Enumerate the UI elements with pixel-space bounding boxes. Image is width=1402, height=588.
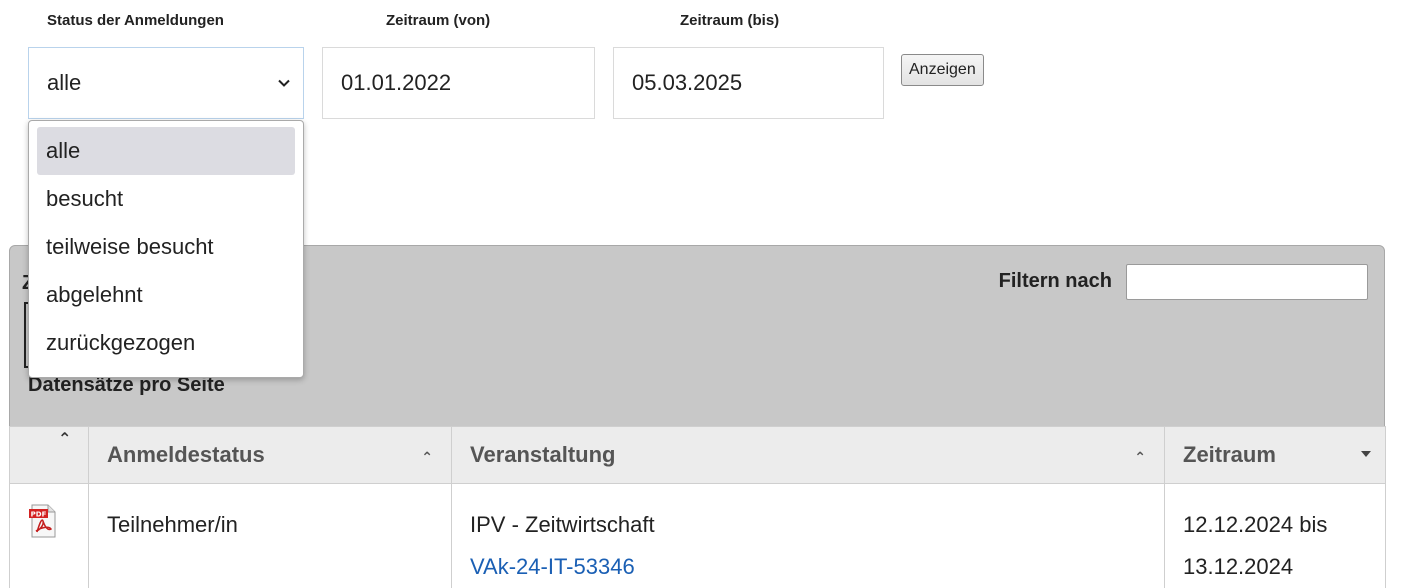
- column-header-status-label: Anmeldestatus: [107, 442, 265, 467]
- period-start: 12.12.2024 bis: [1183, 512, 1328, 537]
- column-header-period[interactable]: Zeitraum: [1164, 426, 1386, 484]
- to-date-label: Zeitraum (bis): [680, 12, 780, 29]
- period-cell: 12.12.2024 bis 13.12.2024: [1164, 483, 1386, 588]
- status-select-value: alle: [47, 70, 82, 95]
- event-code-link[interactable]: VAk-24-IT-53346: [470, 546, 1146, 588]
- column-header-status[interactable]: Anmeldestatus ⌃: [88, 426, 452, 484]
- status-cell: Teilnehmer/in: [88, 483, 452, 588]
- sort-desc-icon: [1361, 451, 1371, 457]
- to-date-value: 05.03.2025: [632, 70, 743, 95]
- pdf-icon[interactable]: PDF: [28, 504, 58, 538]
- from-date-field[interactable]: 01.01.2022: [322, 47, 595, 119]
- show-button[interactable]: Anzeigen: [901, 54, 984, 86]
- column-header-event-label: Veranstaltung: [470, 442, 616, 467]
- status-select[interactable]: alle: [28, 47, 304, 119]
- status-label: Status der Anmeldungen: [47, 12, 224, 29]
- status-option-besucht[interactable]: besucht: [37, 175, 295, 223]
- column-header-event[interactable]: Veranstaltung ⌃: [451, 426, 1165, 484]
- registrations-table: ⌃ Anmeldestatus ⌃ Veranstaltung ⌃ Zeitra…: [9, 426, 1386, 588]
- event-title: IPV - Zeitwirtschaft: [470, 512, 655, 537]
- from-date-label: Zeitraum (von): [386, 12, 491, 29]
- page: Status der Anmeldungen Zeitraum (von) Ze…: [0, 0, 1402, 588]
- status-option-abgelehnt[interactable]: abgelehnt: [37, 271, 295, 319]
- table-header-row: ⌃ Anmeldestatus ⌃ Veranstaltung ⌃ Zeitra…: [9, 426, 1386, 484]
- period-end: 13.12.2024: [1183, 554, 1294, 579]
- column-header-period-label: Zeitraum: [1183, 442, 1276, 467]
- chevron-down-icon: [278, 79, 290, 87]
- status-dropdown-list: alle besucht teilweise besucht abgelehnt…: [28, 120, 304, 378]
- status-option-alle[interactable]: alle: [37, 127, 295, 175]
- status-value: Teilnehmer/in: [107, 512, 238, 537]
- filter-label: Filtern nach: [998, 270, 1112, 292]
- sort-asc-icon: ⌃: [421, 449, 433, 465]
- svg-text:PDF: PDF: [31, 511, 47, 519]
- sort-asc-icon: ⌃: [1134, 449, 1146, 465]
- pdf-cell[interactable]: PDF: [9, 483, 89, 588]
- column-header-icon[interactable]: ⌃: [9, 426, 89, 484]
- table-row: PDF Teilnehmer/in IPV - Zeitwirtschaft V…: [9, 483, 1386, 588]
- filter-input[interactable]: [1126, 264, 1368, 300]
- status-option-teilweise-besucht[interactable]: teilweise besucht: [37, 223, 295, 271]
- event-cell: IPV - Zeitwirtschaft VAk-24-IT-53346: [451, 483, 1165, 588]
- status-option-zurueckgezogen[interactable]: zurückgezogen: [37, 319, 295, 367]
- sort-asc-icon: ⌃: [58, 431, 72, 448]
- to-date-field[interactable]: 05.03.2025: [613, 47, 884, 119]
- from-date-value: 01.01.2022: [341, 70, 452, 95]
